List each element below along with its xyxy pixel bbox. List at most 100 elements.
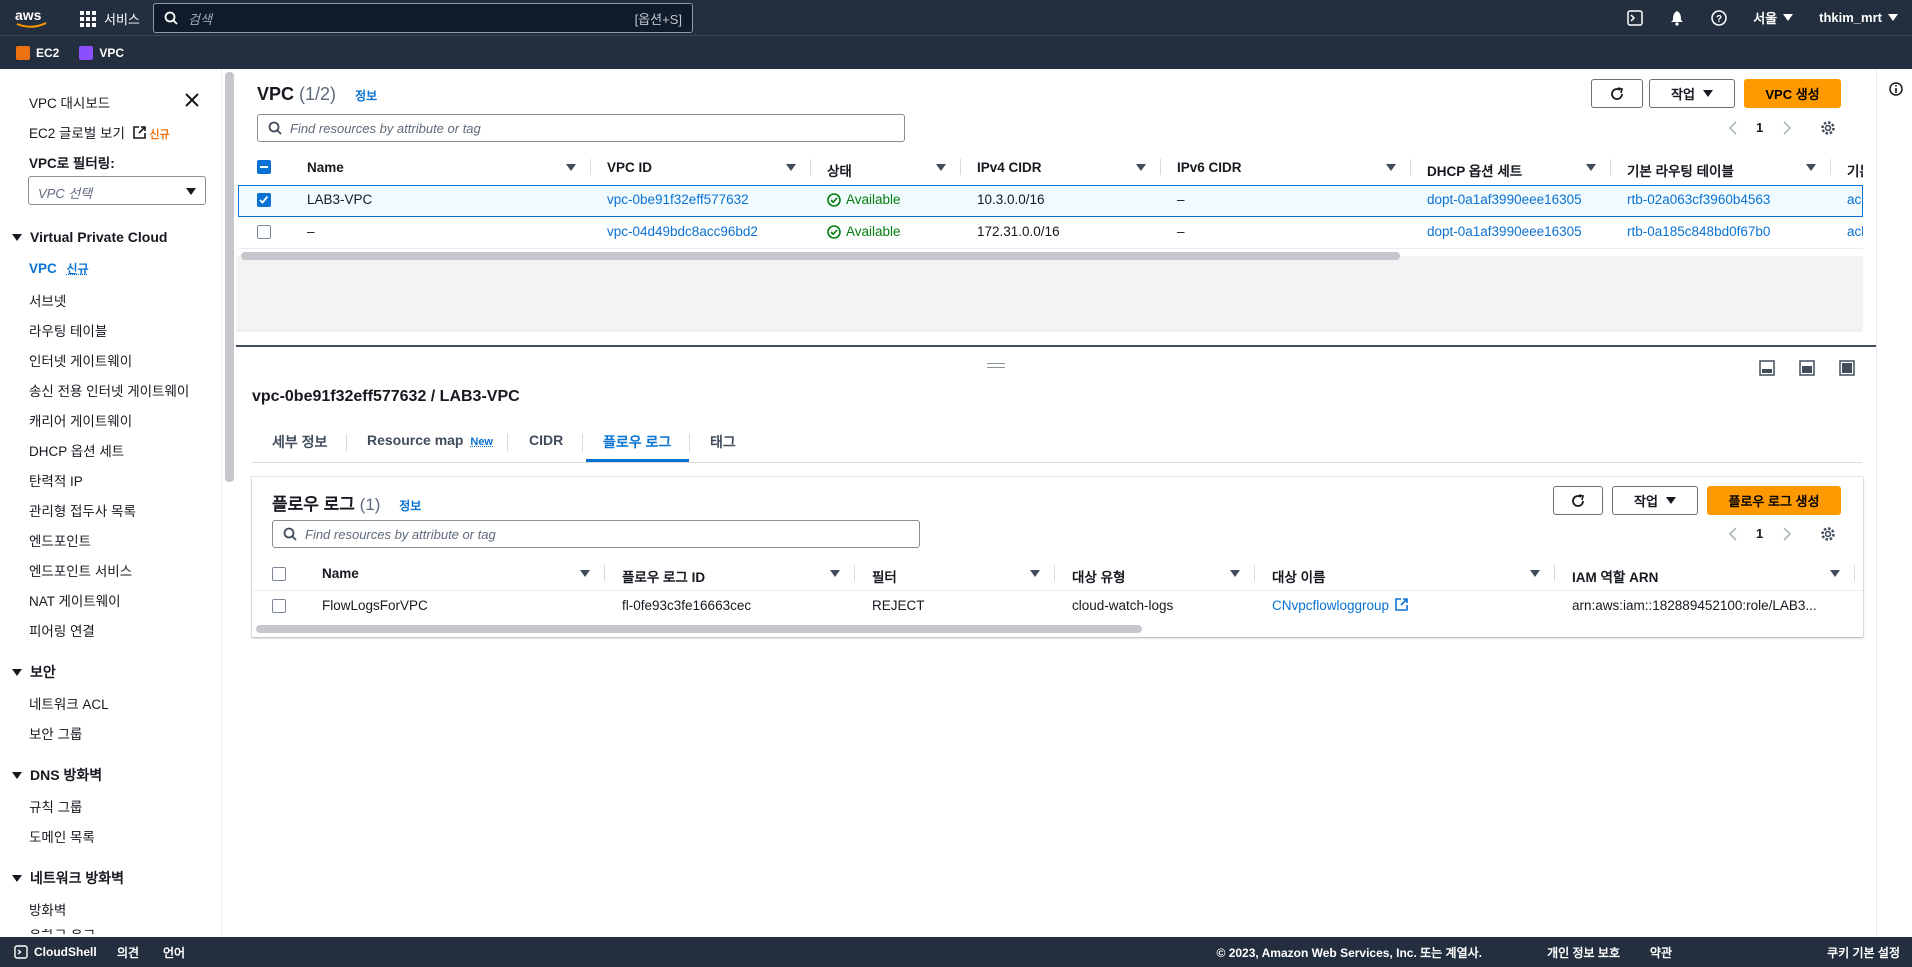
column-header-ipv4-cidr[interactable]: IPv4 CIDR	[977, 160, 1042, 175]
sort-icon[interactable]	[580, 570, 590, 577]
horizontal-scrollbar[interactable]	[241, 252, 1400, 260]
vpc-filter-select[interactable]: VPC 선택	[28, 176, 206, 205]
sidebar-item-route-tables[interactable]: 라우팅 테이블	[29, 320, 107, 340]
cell-vpc-id-link[interactable]: vpc-04d49bdc8acc96bd2	[607, 224, 758, 239]
favorite-vpc[interactable]: VPC	[79, 45, 124, 60]
sidebar-item-security-groups[interactable]: 보안 그룹	[29, 723, 82, 743]
search-input[interactable]: 검색 [옵션+S]	[153, 3, 693, 33]
sidebar-group-dns-firewall[interactable]: DNS 방화벽	[12, 765, 102, 785]
chevron-right-icon[interactable]	[1782, 121, 1792, 135]
drag-handle-icon[interactable]	[987, 363, 1005, 368]
select-all-checkbox[interactable]	[272, 567, 286, 581]
sidebar-item-peering[interactable]: 피어링 연결	[29, 620, 95, 640]
tab-details[interactable]: 세부 정보	[272, 432, 327, 452]
privacy-link[interactable]: 개인 정보 보호	[1547, 944, 1620, 961]
table-row-selected[interactable]	[238, 185, 1863, 217]
cell-route-table-link[interactable]: rtb-0a185c848bd0f67b0	[1627, 224, 1770, 239]
sidebar-group-security[interactable]: 보안	[12, 662, 56, 682]
settings-gear-icon[interactable]	[1820, 526, 1836, 542]
cookie-preferences-link[interactable]: 쿠키 기본 설정	[1827, 944, 1900, 961]
sort-icon[interactable]	[1386, 164, 1396, 171]
actions-dropdown[interactable]: 작업	[1612, 486, 1698, 515]
sort-icon[interactable]	[566, 164, 576, 171]
sort-icon[interactable]	[830, 570, 840, 577]
column-header-iam-role-arn[interactable]: IAM 역할 ARN	[1572, 566, 1658, 586]
panel-bottom-icon[interactable]	[1759, 360, 1775, 376]
sidebar-scrollbar[interactable]	[225, 72, 234, 482]
sidebar-group-network-firewall[interactable]: 네트워크 방화벽	[12, 868, 124, 888]
row-checkbox[interactable]	[257, 225, 271, 239]
close-icon[interactable]	[185, 93, 199, 107]
select-all-checkbox[interactable]	[257, 160, 271, 174]
sidebar-item-firewall-policies[interactable]: 방화벽 정책	[29, 929, 95, 937]
create-flow-log-button[interactable]: 플로우 로그 생성	[1707, 486, 1841, 515]
cell-vpc-id-link[interactable]: vpc-0be91f32eff577632	[607, 192, 749, 207]
favorite-ec2[interactable]: EC2	[16, 45, 59, 60]
sidebar-item-rule-groups[interactable]: 규칙 그룹	[29, 796, 82, 816]
sidebar-item-egress-gateways[interactable]: 송신 전용 인터넷 게이트웨이	[29, 380, 189, 400]
column-header-default-acl[interactable]: 기본	[1847, 160, 1863, 180]
sidebar-item-domain-lists[interactable]: 도메인 목록	[29, 826, 95, 846]
column-header-name[interactable]: Name	[307, 160, 344, 175]
info-link[interactable]: 정보	[399, 499, 421, 513]
feedback-link[interactable]: 의견	[117, 944, 139, 961]
column-header-vpc-id[interactable]: VPC ID	[607, 160, 652, 175]
sort-icon[interactable]	[1030, 570, 1040, 577]
column-divider[interactable]	[1554, 565, 1555, 581]
help-icon[interactable]: ?	[1711, 9, 1727, 26]
column-divider[interactable]	[590, 159, 591, 175]
sidebar-item-endpoint-services[interactable]: 엔드포인트 서비스	[29, 560, 132, 580]
sort-icon[interactable]	[1230, 570, 1240, 577]
notifications-bell-icon[interactable]	[1669, 10, 1685, 26]
column-header-filter[interactable]: 필터	[872, 566, 897, 586]
column-header-flow-log-id[interactable]: 플로우 로그 ID	[622, 566, 705, 586]
column-divider[interactable]	[1160, 159, 1161, 175]
sidebar-item-endpoints[interactable]: 엔드포인트	[29, 530, 91, 550]
sidebar-item-carrier-gateways[interactable]: 캐리어 게이트웨이	[29, 410, 132, 430]
sidebar-item-vpc[interactable]: VPC 신규	[29, 260, 89, 277]
tab-flow-logs[interactable]: 플로우 로그	[603, 432, 671, 452]
cell-acl-link[interactable]: acl	[1847, 192, 1863, 207]
flow-filter-input[interactable]: Find resources by attribute or tag	[272, 520, 920, 548]
page-number[interactable]: 1	[1756, 526, 1763, 541]
sidebar-item-vpc-dashboard[interactable]: VPC 대시보드	[29, 92, 110, 112]
tab-tags[interactable]: 태그	[710, 432, 736, 452]
sort-icon[interactable]	[786, 164, 796, 171]
column-header-main-route-table[interactable]: 기본 라우팅 테이블	[1627, 160, 1734, 180]
column-divider[interactable]	[1610, 159, 1611, 175]
column-header-dhcp[interactable]: DHCP 옵션 세트	[1427, 160, 1522, 180]
column-header-destination-type[interactable]: 대상 유형	[1072, 566, 1125, 586]
column-header-name[interactable]: Name	[322, 566, 359, 581]
column-divider[interactable]	[1054, 565, 1055, 581]
sidebar-item-internet-gateways[interactable]: 인터넷 게이트웨이	[29, 350, 132, 370]
sort-icon[interactable]	[1586, 164, 1596, 171]
split-panel-divider[interactable]	[236, 345, 1876, 347]
vpc-filter-input[interactable]: Find resources by attribute or tag	[257, 114, 905, 142]
chevron-left-icon[interactable]	[1728, 121, 1738, 135]
sidebar-item-subnets[interactable]: 서브넷	[29, 290, 66, 310]
refresh-button[interactable]	[1553, 486, 1603, 515]
cell-acl-link[interactable]: acl	[1847, 224, 1863, 239]
sort-icon[interactable]	[1136, 164, 1146, 171]
panel-maximize-icon[interactable]	[1839, 360, 1855, 376]
account-menu[interactable]: thkim_mrt	[1819, 10, 1898, 25]
column-divider[interactable]	[1410, 159, 1411, 175]
sort-icon[interactable]	[936, 164, 946, 171]
sort-icon[interactable]	[1530, 570, 1540, 577]
tab-resource-map[interactable]: Resource map New	[367, 432, 493, 448]
row-checkbox[interactable]	[257, 193, 271, 207]
sidebar-item-prefix-lists[interactable]: 관리형 접두사 목록	[29, 500, 136, 520]
sidebar-item-elastic-ip[interactable]: 탄력적 IP	[29, 470, 83, 490]
column-divider[interactable]	[604, 565, 605, 581]
page-number[interactable]: 1	[1756, 120, 1763, 135]
aws-logo[interactable]: aws	[14, 6, 50, 30]
sidebar-item-firewalls[interactable]: 방화벽	[29, 899, 66, 919]
column-divider[interactable]	[854, 565, 855, 581]
row-checkbox[interactable]	[272, 599, 286, 613]
sort-icon[interactable]	[1830, 570, 1840, 577]
sidebar-item-ec2-global-view[interactable]: EC2 글로벌 보기 신규	[29, 122, 170, 142]
info-icon[interactable]	[1889, 82, 1903, 96]
cloudshell-link[interactable]: CloudShell	[14, 945, 97, 959]
cell-dhcp-link[interactable]: dopt-0a1af3990eee16305	[1427, 224, 1582, 239]
column-divider[interactable]	[1830, 159, 1831, 175]
